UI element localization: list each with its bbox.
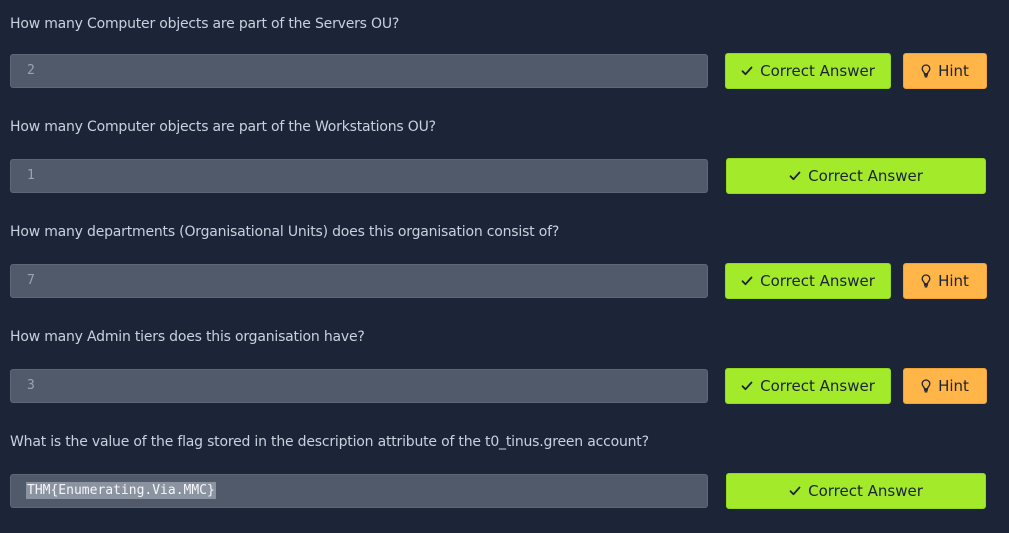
check-icon — [789, 171, 801, 181]
hint-label: Hint — [938, 62, 969, 80]
lightbulb-icon — [921, 64, 931, 78]
questions-panel: How many Computer objects are part of th… — [0, 0, 1009, 533]
hint-label: Hint — [938, 377, 969, 395]
correct-answer-label: Correct Answer — [760, 377, 875, 395]
hint-button[interactable]: Hint — [903, 263, 987, 299]
hint-label: Hint — [938, 272, 969, 290]
answer-field[interactable]: THM{Enumerating.Via.MMC} — [10, 474, 708, 508]
answer-field[interactable]: 7 — [10, 264, 708, 298]
correct-answer-button[interactable]: Correct Answer — [726, 473, 986, 509]
hint-button[interactable]: Hint — [903, 53, 987, 89]
correct-answer-button[interactable]: Correct Answer — [725, 368, 891, 404]
answer-value-selected: THM{Enumerating.Via.MMC} — [26, 482, 216, 499]
question-text: How many Admin tiers does this organisat… — [10, 329, 365, 345]
question-text: What is the value of the flag stored in … — [10, 434, 649, 450]
answer-value: 3 — [27, 378, 35, 393]
correct-answer-button[interactable]: Correct Answer — [725, 53, 891, 89]
answer-value: 1 — [27, 168, 35, 183]
check-icon — [789, 486, 801, 496]
correct-answer-button[interactable]: Correct Answer — [725, 263, 891, 299]
answer-value: 7 — [27, 273, 35, 288]
correct-answer-label: Correct Answer — [808, 482, 923, 500]
check-icon — [741, 66, 753, 76]
hint-button[interactable]: Hint — [903, 368, 987, 404]
correct-answer-label: Correct Answer — [808, 167, 923, 185]
answer-field[interactable]: 1 — [10, 159, 708, 193]
answer-field[interactable]: 2 — [10, 54, 708, 88]
check-icon — [741, 276, 753, 286]
question-text: How many Computer objects are part of th… — [10, 16, 400, 32]
question-text: How many Computer objects are part of th… — [10, 119, 436, 135]
lightbulb-icon — [921, 379, 931, 393]
lightbulb-icon — [921, 274, 931, 288]
correct-answer-label: Correct Answer — [760, 272, 875, 290]
question-text: How many departments (Organisational Uni… — [10, 224, 560, 240]
correct-answer-label: Correct Answer — [760, 62, 875, 80]
answer-value: 2 — [27, 63, 35, 78]
correct-answer-button[interactable]: Correct Answer — [726, 158, 986, 194]
check-icon — [741, 381, 753, 391]
answer-field[interactable]: 3 — [10, 369, 708, 403]
